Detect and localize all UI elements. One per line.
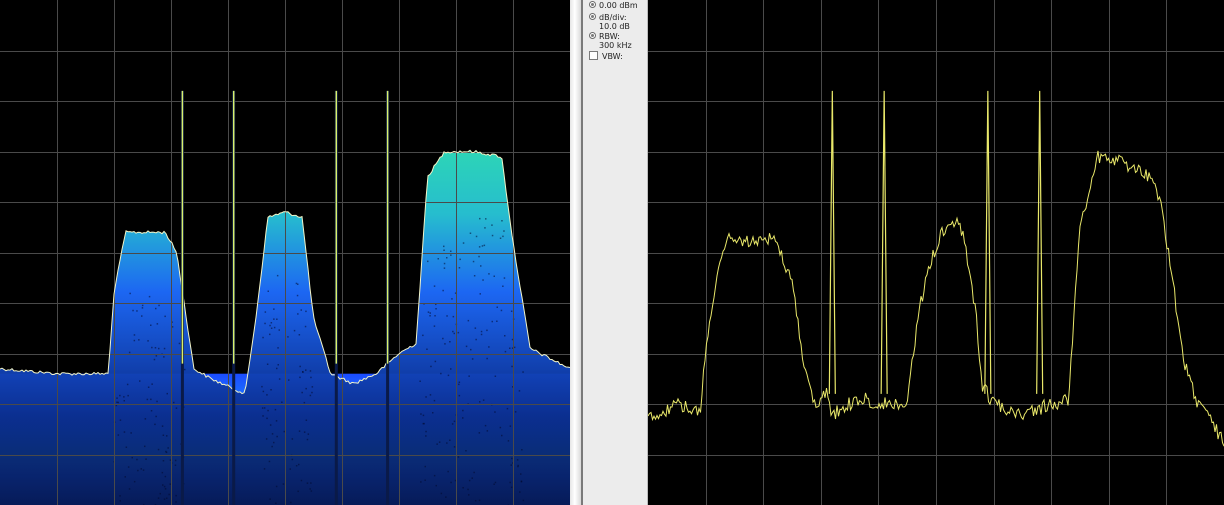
density-spectrum-display[interactable] <box>0 0 570 505</box>
rbw-value: 300 kHz <box>599 41 632 50</box>
live-spectrum-display[interactable] <box>648 0 1224 505</box>
ref-level-value: 0.00 dBm <box>599 1 638 10</box>
live-spur-4 <box>1036 90 1044 394</box>
db-div-setting[interactable]: dB/div: <box>589 13 627 22</box>
live-spur-1 <box>828 90 836 394</box>
db-div-label: dB/div: <box>599 13 627 22</box>
settings-panel: 0.00 dBm dB/div: 10.0 dB RBW: 300 kHz VB… <box>583 0 648 505</box>
vbw-label: VBW: <box>602 52 623 61</box>
rbw-setting[interactable]: RBW: <box>589 32 620 41</box>
live-spur-2 <box>880 90 888 394</box>
density-spectrum-plot <box>0 0 570 505</box>
ref-level-setting[interactable]: 0.00 dBm <box>589 1 638 10</box>
rbw-label: RBW: <box>599 32 620 41</box>
ref-level-radio-icon[interactable] <box>589 1 596 8</box>
vbw-checkbox[interactable] <box>589 51 598 60</box>
rbw-radio-icon[interactable] <box>589 32 596 39</box>
db-div-value: 10.0 dB <box>599 22 630 31</box>
live-spectrum-plot <box>648 0 1224 505</box>
live-spur-3 <box>984 90 992 394</box>
vbw-setting[interactable]: VBW: <box>589 51 623 61</box>
db-div-radio-icon[interactable] <box>589 13 596 20</box>
